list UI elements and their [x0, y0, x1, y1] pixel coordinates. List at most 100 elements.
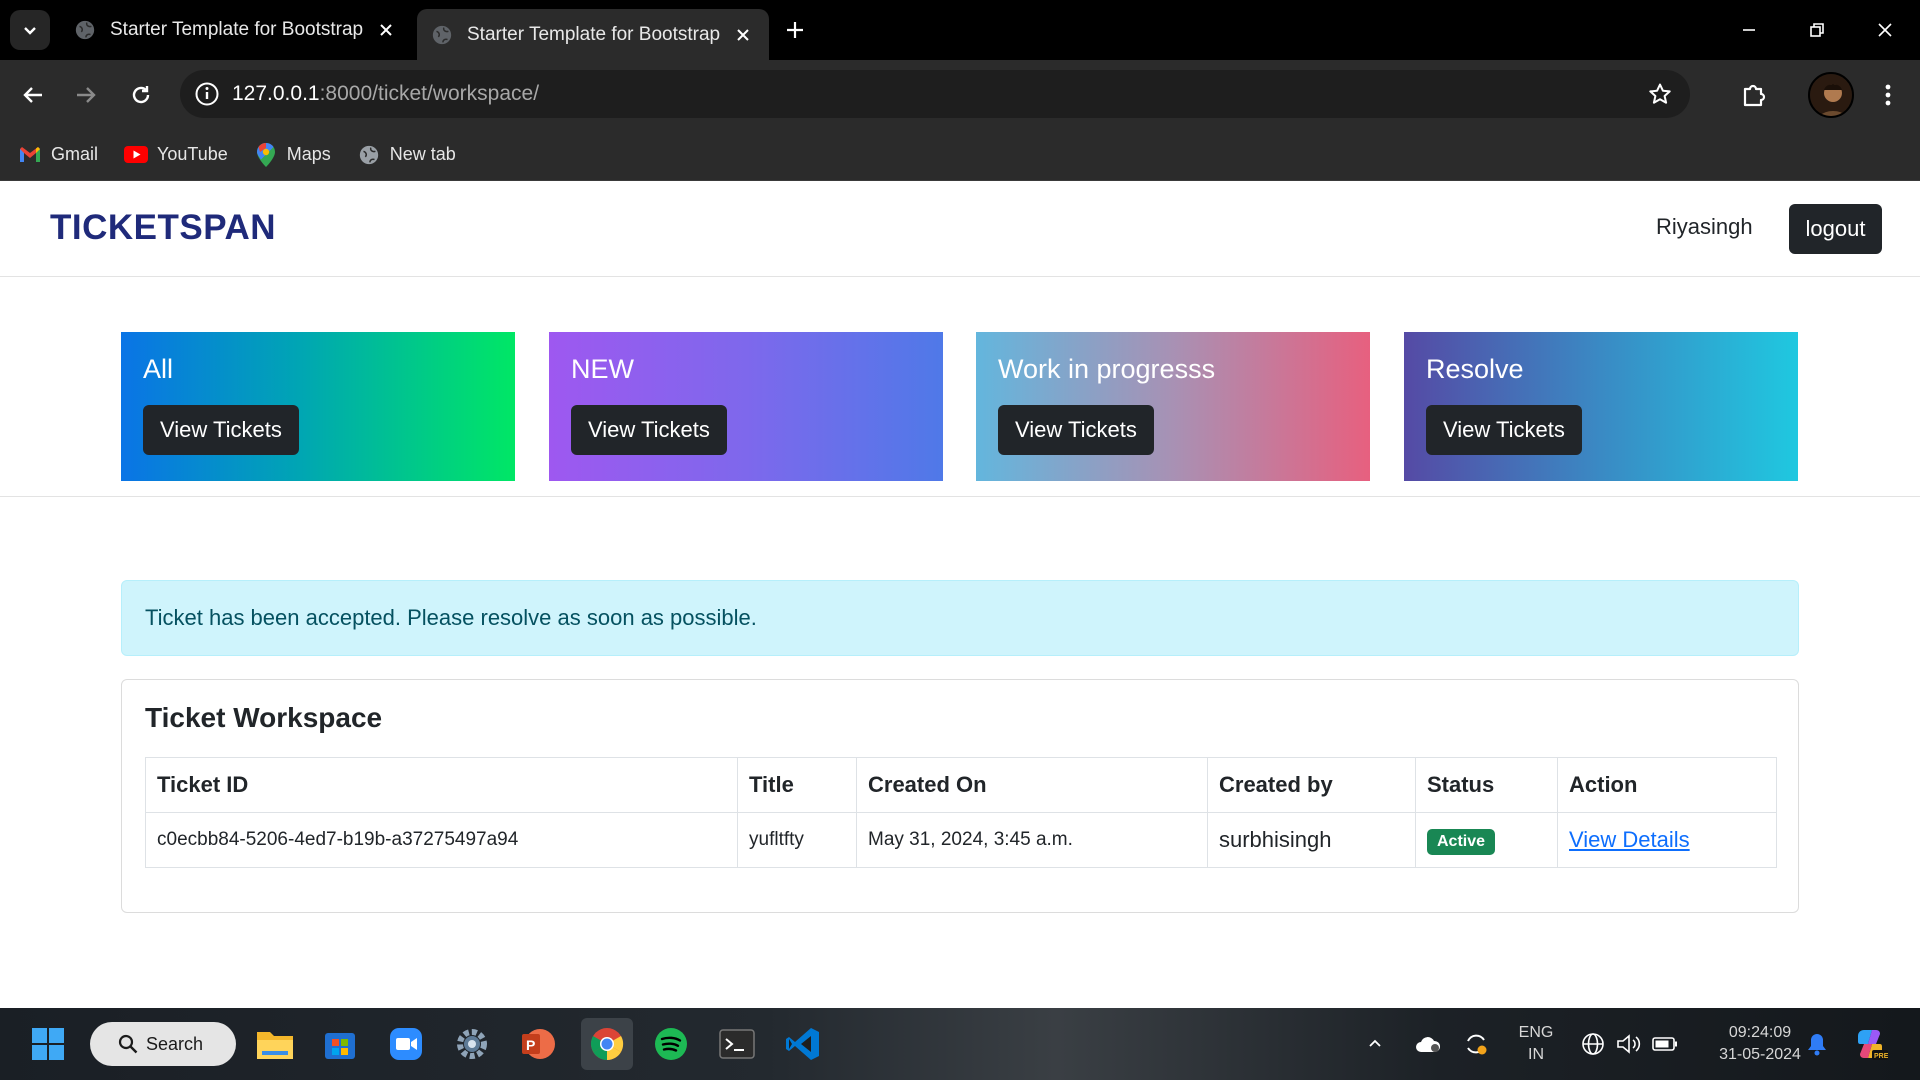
- store-button[interactable]: [317, 1021, 363, 1067]
- powerpoint-icon: P: [522, 1029, 555, 1059]
- extensions-button[interactable]: [1737, 77, 1771, 111]
- taskbar-search[interactable]: Search: [90, 1022, 236, 1066]
- username-label: Riyasingh: [1656, 214, 1753, 239]
- minimize-button[interactable]: [1716, 0, 1782, 60]
- plus-icon: [787, 22, 803, 38]
- svg-text:P: P: [526, 1037, 535, 1053]
- powerpoint-button[interactable]: P: [515, 1021, 561, 1067]
- close-icon: [1878, 23, 1892, 37]
- tab-title: Starter Template for Bootstrap: [467, 23, 721, 45]
- browser-tabstrip: Starter Template for Bootstrap Starter T…: [0, 0, 1920, 60]
- view-details-link[interactable]: View Details: [1569, 827, 1690, 852]
- file-explorer-button[interactable]: [252, 1021, 298, 1067]
- status-badge: Active: [1427, 828, 1496, 855]
- new-tab-button[interactable]: [777, 12, 813, 48]
- tab-search-button[interactable]: [10, 10, 50, 50]
- profile-avatar[interactable]: [1808, 72, 1854, 118]
- globe-icon: [357, 143, 381, 167]
- maps-icon: [254, 142, 278, 167]
- terminal-button[interactable]: [714, 1021, 760, 1067]
- view-tickets-button[interactable]: View Tickets: [998, 405, 1154, 455]
- view-tickets-button[interactable]: View Tickets: [143, 405, 299, 455]
- bookmark-gmail[interactable]: Gmail: [18, 143, 98, 167]
- column-header: Title: [737, 757, 857, 813]
- zoom-button[interactable]: [383, 1021, 429, 1067]
- minimize-icon: [1743, 29, 1755, 31]
- puzzle-icon: [1743, 84, 1766, 107]
- windows-taskbar: Search P ENG IN 09:24:09 31-05-2024 PRE: [0, 1008, 1920, 1080]
- card-title: Work in progresss: [998, 354, 1216, 384]
- network-tray-icon[interactable]: [1576, 1021, 1610, 1067]
- settings-button[interactable]: [449, 1021, 495, 1067]
- globe-icon: [432, 25, 452, 44]
- created-by-cell: surbhisingh: [1207, 812, 1416, 868]
- start-button[interactable]: [25, 1021, 71, 1067]
- site-info-icon[interactable]: [194, 81, 220, 107]
- close-tab-icon[interactable]: [374, 18, 398, 42]
- table-header-row: Ticket ID Title Created On Created by St…: [145, 757, 1777, 813]
- table-row: c0ecbb84-5206-4ed7-b19b-a37275497a94 yuf…: [145, 812, 1777, 868]
- tickets-table: Ticket ID Title Created On Created by St…: [145, 757, 1777, 868]
- bookmark-youtube[interactable]: YouTube: [124, 143, 228, 167]
- browser-menu-button[interactable]: [1876, 77, 1900, 113]
- bookmark-maps[interactable]: Maps: [254, 142, 331, 167]
- gear-icon: [457, 1029, 487, 1059]
- action-cell: View Details: [1557, 812, 1777, 868]
- profile-photo-icon: [1810, 74, 1852, 116]
- sync-icon: [1467, 1034, 1487, 1055]
- card-title: All: [143, 354, 174, 384]
- web-page: TICKETSPAN Riyasingh logout All View Tic…: [0, 182, 1920, 1008]
- store-icon: [325, 1033, 355, 1059]
- sync-tray-icon[interactable]: [1458, 1021, 1494, 1067]
- logout-button[interactable]: logout: [1789, 204, 1882, 254]
- onedrive-tray-icon[interactable]: [1410, 1021, 1446, 1067]
- volume-tray-icon[interactable]: [1612, 1021, 1646, 1067]
- spotify-button[interactable]: [648, 1021, 694, 1067]
- reload-button[interactable]: [123, 77, 159, 113]
- column-header: Created by: [1207, 757, 1416, 813]
- restore-icon: [1810, 23, 1824, 37]
- speaker-icon: [1617, 1034, 1641, 1054]
- search-label: Search: [146, 1033, 204, 1054]
- address-bar[interactable]: 127.0.0.1:8000/ticket/workspace/: [180, 70, 1690, 118]
- vscode-button[interactable]: [780, 1021, 826, 1067]
- bookmark-star-icon[interactable]: [1648, 82, 1672, 106]
- card-new: NEW View Tickets: [549, 332, 943, 481]
- site-navbar: TICKETSPAN Riyasingh logout: [0, 182, 1920, 277]
- title-cell: yufltfty: [737, 812, 857, 868]
- ticket-workspace-panel: Ticket Workspace Ticket ID Title Created…: [121, 679, 1799, 913]
- browser-toolbar: 127.0.0.1:8000/ticket/workspace/: [0, 60, 1920, 129]
- bookmarks-bar: Gmail YouTube Maps New tab: [0, 129, 1920, 181]
- notifications-button[interactable]: [1800, 1021, 1834, 1067]
- show-hidden-icons-button[interactable]: [1360, 1021, 1390, 1067]
- chrome-icon: [590, 1028, 624, 1061]
- card-all: All View Tickets: [121, 332, 515, 481]
- copilot-icon: PRE: [1858, 1030, 1888, 1060]
- view-tickets-button[interactable]: View Tickets: [571, 405, 727, 455]
- bookmark-label: YouTube: [157, 144, 228, 164]
- browser-tab-1[interactable]: Starter Template for Bootstrap: [60, 9, 412, 51]
- battery-icon: [1652, 1037, 1677, 1051]
- tab-title: Starter Template for Bootstrap: [110, 19, 364, 40]
- forward-button[interactable]: [68, 77, 104, 113]
- back-button[interactable]: [15, 77, 51, 113]
- restore-button[interactable]: [1784, 0, 1850, 60]
- bookmark-label: Gmail: [51, 144, 99, 164]
- language-label: ENG: [1518, 1024, 1554, 1041]
- panel-title: Ticket Workspace: [145, 702, 383, 733]
- reload-icon: [132, 86, 150, 104]
- bookmark-new-tab[interactable]: New tab: [357, 143, 456, 167]
- region-label: IN: [1528, 1046, 1544, 1063]
- language-indicator[interactable]: ENG IN: [1512, 1022, 1560, 1066]
- site-brand[interactable]: TICKETSPAN: [50, 208, 276, 248]
- battery-tray-icon[interactable]: [1648, 1021, 1682, 1067]
- globe-icon: [75, 20, 95, 40]
- view-tickets-button[interactable]: View Tickets: [1426, 405, 1582, 455]
- chrome-button[interactable]: [581, 1018, 633, 1070]
- chevron-down-icon: [24, 27, 36, 35]
- column-header: Action: [1557, 757, 1777, 813]
- close-tab-icon[interactable]: [731, 23, 755, 47]
- close-window-button[interactable]: [1852, 0, 1918, 60]
- copilot-button[interactable]: PRE: [1848, 1021, 1892, 1067]
- browser-tab-2-active[interactable]: Starter Template for Bootstrap: [417, 9, 769, 60]
